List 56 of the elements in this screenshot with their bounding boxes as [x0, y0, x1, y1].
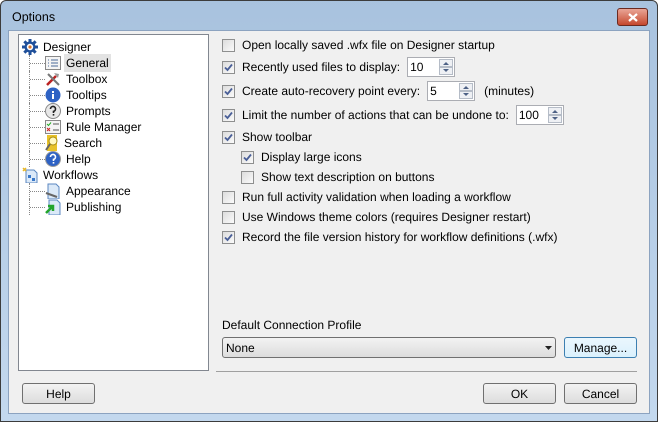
- checkbox[interactable]: [241, 150, 254, 164]
- spin-arrows-icon[interactable]: [548, 107, 562, 123]
- spin-arrows-icon[interactable]: [459, 83, 474, 99]
- option-label: Recently used files to display:: [242, 59, 400, 76]
- publish-arrow-icon: [45, 199, 61, 215]
- spin-field[interactable]: 100: [516, 105, 564, 125]
- tree-item[interactable]: Prompts: [64, 102, 113, 120]
- spin-field[interactable]: 10: [407, 57, 456, 77]
- manage-button[interactable]: Manage...: [564, 337, 637, 358]
- connection-profile-dropdown[interactable]: None: [222, 337, 556, 358]
- tree-item[interactable]: Toolbox: [64, 70, 110, 88]
- tree-item[interactable]: Appearance: [64, 182, 133, 200]
- cancel-button[interactable]: Cancel: [564, 383, 637, 404]
- info-icon: [45, 87, 61, 103]
- gear-icon: [22, 39, 38, 55]
- tools-icon: [45, 71, 61, 87]
- tree-item[interactable]: Tooltips: [64, 86, 109, 104]
- checkbox[interactable]: [241, 170, 254, 184]
- checkbox[interactable]: [222, 84, 235, 98]
- tree-item[interactable]: General: [64, 54, 111, 72]
- checkbox[interactable]: [222, 230, 235, 244]
- checkbox[interactable]: [222, 60, 235, 74]
- workflow-icon: [22, 167, 38, 183]
- spin-field[interactable]: 5: [427, 81, 476, 101]
- ok-button[interactable]: OK: [483, 383, 556, 404]
- tree-item[interactable]: Workflows: [41, 166, 100, 184]
- option-label: Limit the number of actions that can be undone to:: [242, 107, 509, 124]
- window-title: Options: [12, 8, 56, 26]
- tree-item[interactable]: Help: [64, 150, 93, 168]
- checkbox[interactable]: [222, 38, 235, 52]
- checkbox[interactable]: [222, 190, 235, 204]
- tree-item[interactable]: Designer: [41, 38, 94, 56]
- option-label: Use Windows theme colors (requires Designer restart): [242, 209, 531, 226]
- option-label: Open locally saved .wfx file on Designer startup: [242, 37, 495, 54]
- option-label: Run full activity validation when loading a workflow: [242, 189, 511, 206]
- help-icon: [45, 151, 61, 167]
- checkbox[interactable]: [222, 130, 235, 144]
- option-label: Record the file version history for workflow definitions (.wfx): [242, 229, 558, 246]
- dropdown-caret-icon: [545, 346, 552, 350]
- spin-arrows-icon[interactable]: [439, 59, 454, 75]
- option-label: Display large icons: [261, 149, 362, 166]
- option-label: Create auto-recovery point every:: [242, 83, 420, 100]
- option-label: Show toolbar: [242, 129, 312, 146]
- magnifier-icon: [45, 135, 59, 151]
- field-label: Default Connection Profile: [222, 317, 362, 334]
- close-button[interactable]: [617, 8, 648, 26]
- checkbox[interactable]: [222, 108, 235, 122]
- help-button[interactable]: Help: [22, 383, 95, 404]
- unit-label: (minutes): [484, 83, 534, 100]
- close-icon: [628, 12, 638, 22]
- tree-item[interactable]: Rule Manager: [64, 118, 144, 136]
- tree-item[interactable]: Search: [62, 134, 104, 152]
- tree-item[interactable]: Publishing: [64, 198, 124, 216]
- brush-page-icon: [45, 183, 61, 199]
- checkbox[interactable]: [222, 210, 235, 224]
- option-label: Show text description on buttons: [261, 169, 434, 186]
